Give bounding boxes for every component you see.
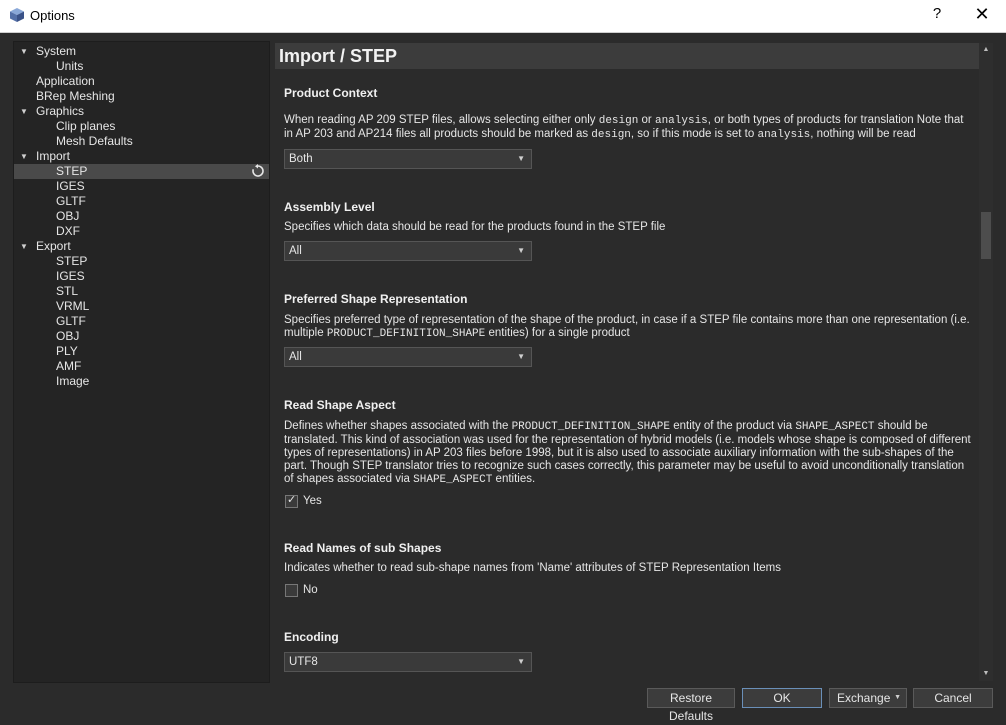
chevron-down-icon: ▼ [894, 694, 901, 701]
tree-item-mesh-defaults[interactable]: Mesh Defaults [14, 134, 269, 149]
app-cube-icon [10, 8, 24, 22]
tree-item-export-step[interactable]: STEP [14, 254, 269, 269]
tree-item-export-obj[interactable]: OBJ [14, 329, 269, 344]
settings-panel: Import / STEP Product Context When readi… [275, 43, 979, 681]
title-bar: Options ? ✕ [0, 0, 1006, 33]
tree-item-export[interactable]: ▼ Export [14, 239, 269, 254]
tree-item-export-ply[interactable]: PLY [14, 344, 269, 359]
read-shape-aspect-checkbox[interactable]: ✓ [285, 494, 298, 508]
tree-item-import-iges[interactable]: IGES [14, 179, 269, 194]
tree-item-export-amf[interactable]: AMF [14, 359, 269, 374]
assembly-level-description: Specifies which data should be read for … [284, 221, 666, 233]
tree-item-export-gltf[interactable]: GLTF [14, 314, 269, 329]
chevron-down-icon: ▼ [517, 352, 525, 361]
assembly-level-title: Assembly Level [284, 200, 375, 214]
checkmark-icon: ✓ [287, 494, 297, 506]
window-title: Options [30, 8, 75, 23]
tree-item-export-vrml[interactable]: VRML [14, 299, 269, 314]
read-names-description: Indicates whether to read sub-shape name… [284, 562, 782, 574]
product-context-title: Product Context [284, 86, 378, 100]
vertical-scrollbar[interactable]: ▲ ▼ [979, 43, 993, 681]
tree-item-application[interactable]: Application [14, 74, 269, 89]
chevron-down-icon: ▼ [517, 246, 525, 255]
read-names-title: Read Names of sub Shapes [284, 541, 442, 555]
preferred-shape-select[interactable]: All ▼ [284, 347, 532, 367]
read-shape-aspect-description: Defines whether shapes associated with t… [284, 420, 971, 486]
tree-item-brep-meshing[interactable]: BRep Meshing [14, 89, 269, 104]
tree-item-export-image[interactable]: Image [14, 374, 269, 389]
reset-icon[interactable] [251, 164, 265, 178]
ok-button[interactable]: OK [742, 688, 822, 708]
read-shape-aspect-label: Yes [303, 495, 322, 507]
encoding-title: Encoding [284, 630, 339, 644]
cancel-button[interactable]: Cancel [913, 688, 993, 708]
tree-item-graphics[interactable]: ▼ Graphics [14, 104, 269, 119]
tree-item-export-stl[interactable]: STL [14, 284, 269, 299]
page-title: Import / STEP [275, 43, 979, 69]
assembly-level-select[interactable]: All ▼ [284, 241, 532, 261]
exchange-button[interactable]: Exchange ▼ [829, 688, 907, 708]
tree-item-system[interactable]: ▼ System [14, 44, 269, 59]
encoding-select[interactable]: UTF8 ▼ [284, 652, 532, 672]
chevron-down-icon: ▼ [517, 154, 525, 163]
product-context-description: When reading AP 209 STEP files, allows s… [284, 114, 964, 141]
tree-item-import[interactable]: ▼ Import [14, 149, 269, 164]
preferred-shape-title: Preferred Shape Representation [284, 292, 468, 306]
chevron-down-icon: ▼ [517, 657, 525, 666]
tree-item-units[interactable]: Units [14, 59, 269, 74]
expand-arrow-icon[interactable]: ▼ [20, 104, 30, 119]
expand-arrow-icon[interactable]: ▼ [20, 44, 30, 59]
restore-defaults-button[interactable]: Restore Defaults [647, 688, 735, 723]
tree-item-import-gltf[interactable]: GLTF [14, 194, 269, 209]
close-button[interactable]: ✕ [970, 4, 994, 26]
tree-item-clip-planes[interactable]: Clip planes [14, 119, 269, 134]
preferred-shape-description: Specifies preferred type of representati… [284, 314, 970, 340]
product-context-select[interactable]: Both ▼ [284, 149, 532, 169]
expand-arrow-icon[interactable]: ▼ [20, 239, 30, 254]
tree-item-import-obj[interactable]: OBJ [14, 209, 269, 224]
tree-item-import-step[interactable]: STEP [14, 164, 269, 179]
scrollbar-thumb[interactable] [981, 212, 991, 259]
scroll-down-arrow-icon[interactable]: ▼ [979, 667, 993, 681]
expand-arrow-icon[interactable]: ▼ [20, 149, 30, 164]
tree-item-export-iges[interactable]: IGES [14, 269, 269, 284]
read-names-label: No [303, 584, 318, 596]
read-names-checkbox[interactable] [285, 584, 298, 597]
scroll-up-arrow-icon[interactable]: ▲ [979, 43, 993, 57]
options-tree: ▼ System Units Application BRep Meshing … [13, 41, 270, 683]
help-button[interactable]: ? [925, 5, 949, 27]
read-shape-aspect-title: Read Shape Aspect [284, 398, 396, 412]
tree-item-import-dxf[interactable]: DXF [14, 224, 269, 239]
